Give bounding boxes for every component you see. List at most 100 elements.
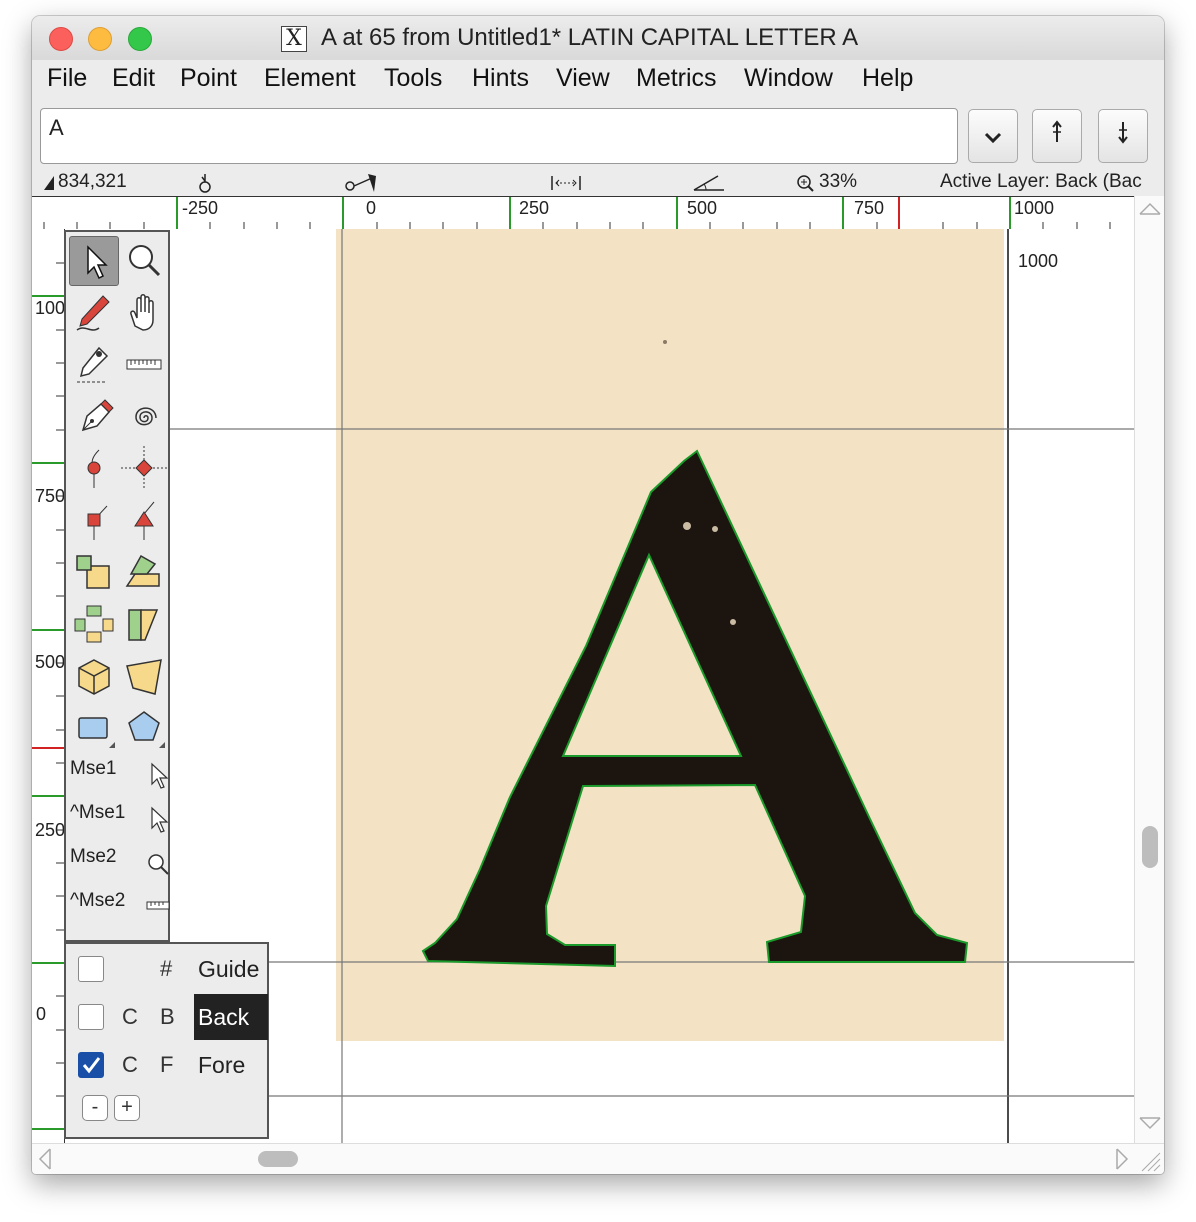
ruler-label: 1000 [35,298,65,318]
cursor-position-icon [44,176,54,190]
layers-palette: # Guide C B Back C F Fore - + [64,942,269,1139]
menu-window[interactable]: Window [744,64,833,93]
rotate-tool[interactable] [119,548,169,598]
rectangle-icon [78,717,115,748]
magnify-tool[interactable] [119,236,169,286]
maximize-button[interactable] [128,27,152,51]
polygon-tool[interactable] [119,704,169,754]
guide-layer-checkbox[interactable] [78,956,104,982]
pointer-icon [151,762,169,789]
info-bar: 834,321 33% Active Layer: Back (Bac [32,168,1164,196]
minimize-button[interactable] [88,27,112,51]
menu-hints[interactable]: Hints [472,64,529,93]
tangent-point-tool[interactable] [119,496,169,546]
freehand-tool[interactable] [69,288,119,338]
corner-point-icon [87,505,108,540]
selected-point-icon [199,174,211,193]
3d-rotate-tool[interactable] [69,652,119,702]
vertical-scroll-thumb[interactable] [1142,826,1158,868]
guide-layer-name[interactable]: Guide [194,946,268,992]
menu-file[interactable]: File [47,64,87,93]
menu-tools[interactable]: Tools [384,64,442,93]
spiro-tool[interactable] [119,392,169,442]
window-title: A at 65 from Untitled1* LATIN CAPITAL LE… [321,24,859,51]
ruler-label: 750 [35,486,65,506]
rotate-icon [125,554,160,587]
ruler-label: 250 [35,820,65,840]
hv-curve-point-icon [121,446,167,490]
vertical-scrollbar[interactable] [1134,196,1164,1143]
ruler-tool[interactable] [119,340,169,390]
fore-layer-name[interactable]: Fore [194,1042,268,1088]
perspective-tool[interactable] [119,652,169,702]
vertical-ruler[interactable]: 1000 750 500 250 0 [32,229,65,1143]
scroll-up-icon[interactable] [1135,196,1164,226]
title-bar[interactable]: X A at 65 from Untitled1* LATIN CAPITAL … [32,16,1164,60]
freehand-pencil-icon [76,295,110,331]
ruler-icon [126,359,162,370]
curve-point-tool[interactable] [69,444,119,494]
perspective-icon [126,659,162,695]
close-button[interactable] [49,27,73,51]
scale-tool[interactable] [69,548,119,598]
angle-icon [693,175,724,191]
flip-tool[interactable] [69,600,119,650]
horizontal-scrollbar[interactable] [32,1143,1164,1174]
arrow-down-icon [1118,122,1128,144]
pointer-tool[interactable] [69,236,119,286]
active-layer-label: Active Layer: Back (Bac [940,171,1142,192]
glyph-name-field[interactable]: A [40,108,958,164]
previous-glyph-button[interactable] [1032,109,1082,163]
horizontal-ruler[interactable]: -250 0 250 500 750 1000 [32,196,1134,231]
menu-point[interactable]: Point [180,64,237,93]
menu-help[interactable]: Help [862,64,913,93]
zoom-level: 33% [819,171,858,192]
skew-tool[interactable] [119,600,169,650]
fore-layer-visibility-checkbox[interactable] [78,1052,104,1078]
knife-tool[interactable] [69,340,119,390]
x11-app-icon: X [281,26,307,52]
pen-icon [81,399,114,432]
rectangle-tool[interactable] [69,704,119,754]
ctrl-mouse2-binding-label: ^Mse2 [70,890,126,911]
distance-icon [551,176,581,190]
scroll-right-icon[interactable] [1107,1144,1137,1174]
back-layer-c-flag[interactable]: C [122,1004,138,1030]
scroll-left-icon[interactable] [32,1144,62,1174]
scroll-down-icon[interactable] [1135,1108,1164,1138]
resize-grip-icon[interactable] [1138,1149,1162,1173]
fore-layer-c-flag[interactable]: C [122,1052,138,1078]
ruler-label: 1000 [1014,198,1055,218]
magnify-icon [129,245,161,277]
advance-width-label: 1000 [1018,251,1059,271]
horizontal-scroll-thumb[interactable] [258,1151,298,1167]
cursor-coords: 834,321 [58,171,127,192]
menu-bar: File Edit Point Element Tools Hints View… [32,60,1164,104]
magnify-icon [148,854,169,875]
back-layer-visibility-checkbox[interactable] [78,1004,104,1030]
pointer-icon [87,245,108,280]
skew-icon [128,609,159,641]
menu-element[interactable]: Element [264,64,356,93]
pointer-icon [151,806,169,833]
scroll-tool[interactable] [119,288,169,338]
menu-metrics[interactable]: Metrics [636,64,717,93]
glyph-dropdown-button[interactable] [968,109,1018,163]
back-layer-name[interactable]: Back [194,994,268,1040]
pen-tool[interactable] [69,392,119,442]
corner-point-tool[interactable] [69,496,119,546]
ctrl-mouse1-binding-label: ^Mse1 [70,802,126,823]
next-glyph-button[interactable] [1098,109,1148,163]
knife-icon [77,346,109,383]
menu-view[interactable]: View [556,64,610,93]
hand-scroll-icon [130,294,154,331]
glyph-name-value: A [49,115,64,140]
ruler-label: 750 [854,198,885,218]
flip-icon [74,605,114,643]
menu-edit[interactable]: Edit [112,64,155,93]
add-layer-button[interactable]: + [114,1095,140,1121]
guide-layer-flag: # [160,956,173,981]
remove-layer-button[interactable]: - [82,1095,108,1121]
tangent-point-icon [134,501,155,540]
hv-curve-point-tool[interactable] [119,444,169,494]
